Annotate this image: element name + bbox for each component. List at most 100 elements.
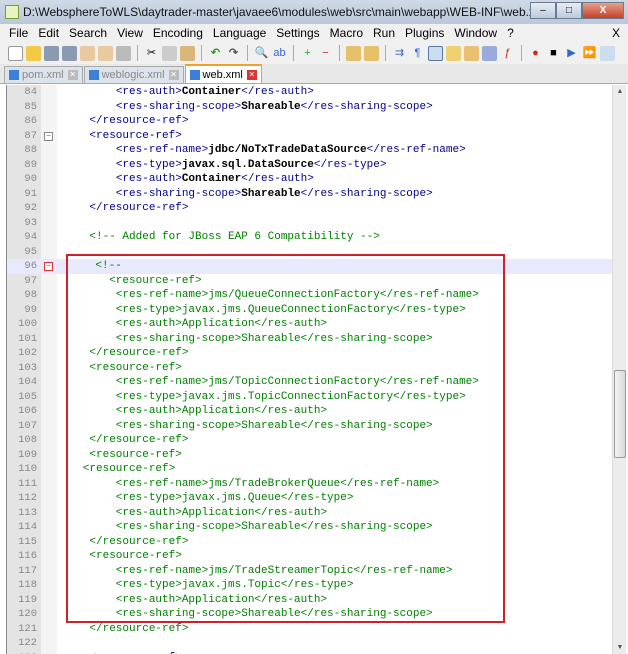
- code-line: 93: [7, 216, 612, 231]
- fold-toggle-icon[interactable]: −: [44, 262, 53, 271]
- menu-settings[interactable]: Settings: [271, 26, 324, 40]
- code-token: <resource-ref>: [63, 463, 176, 475]
- code-editor[interactable]: 84 <res-auth>Container</res-auth> 85 <res…: [6, 85, 612, 654]
- save-icon[interactable]: [44, 45, 59, 61]
- zoom-out-icon[interactable]: −: [318, 46, 333, 61]
- maximize-button[interactable]: □: [556, 2, 582, 19]
- undo-icon[interactable]: ↶: [208, 46, 223, 61]
- code-line: 95: [7, 245, 612, 260]
- close-all-icon[interactable]: [98, 45, 113, 61]
- vertical-scrollbar[interactable]: ▲ ▼: [612, 85, 626, 654]
- line-number: 92: [24, 202, 37, 214]
- menu-help[interactable]: ?: [502, 26, 519, 40]
- close-tab-icon[interactable]: ✕: [168, 70, 179, 80]
- close-tab-icon[interactable]: ✕: [246, 69, 257, 80]
- menu-plugins[interactable]: Plugins: [400, 26, 449, 40]
- close-document-button[interactable]: X: [612, 26, 620, 40]
- code-line: 119 <res-auth>Application</res-auth>: [7, 593, 612, 608]
- tab-weblogic-xml[interactable]: weblogic.xml ✕: [83, 66, 184, 83]
- menu-view[interactable]: View: [112, 26, 148, 40]
- menu-edit[interactable]: Edit: [33, 26, 64, 40]
- divider: [385, 45, 386, 61]
- replace-icon[interactable]: ab: [272, 46, 287, 61]
- play-macro-icon[interactable]: ▶: [564, 46, 579, 61]
- code-line: 122: [7, 636, 612, 651]
- code-line: 104 <res-ref-name>jms/TopicConnectionFac…: [7, 375, 612, 390]
- code-text: <res-sharing-scope>Shareable</res-sharin…: [63, 100, 433, 115]
- doc-map-icon[interactable]: [464, 45, 479, 61]
- code-line: 117 <res-ref-name>jms/TradeStreamerTopic…: [7, 564, 612, 579]
- indent-guide-icon[interactable]: [428, 45, 443, 61]
- menu-search[interactable]: Search: [64, 26, 112, 40]
- save-macro-icon[interactable]: [600, 45, 615, 61]
- show-all-chars-icon[interactable]: ¶: [410, 46, 425, 61]
- menu-window[interactable]: Window: [449, 26, 502, 40]
- divider: [137, 45, 138, 61]
- code-token: <resource-ref>: [63, 361, 182, 374]
- line-number: 109: [18, 448, 37, 461]
- scrollbar-thumb[interactable]: [614, 370, 626, 458]
- code-token: <res-ref-name>: [115, 144, 209, 156]
- code-line: 91 <res-sharing-scope>Shareable</res-sha…: [7, 187, 612, 202]
- code-token: <res-sharing-scope>: [115, 100, 242, 113]
- cut-icon[interactable]: ✂: [144, 46, 159, 61]
- folder-as-workspace-icon[interactable]: ƒ: [500, 46, 515, 61]
- code-line: 92 </resource-ref>: [7, 201, 612, 216]
- code-text: <res-auth>Container</res-auth>: [63, 172, 314, 187]
- menu-run[interactable]: Run: [368, 26, 400, 40]
- divider: [247, 45, 248, 61]
- close-button[interactable]: X: [582, 2, 624, 19]
- record-macro-icon[interactable]: ●: [528, 46, 543, 61]
- code-token: <res-ref-name>jms/TradeStreamerTopic</re…: [63, 564, 453, 577]
- new-file-icon[interactable]: [8, 45, 23, 61]
- line-number: 93: [24, 216, 37, 229]
- code-token: </res-ref-name>: [366, 144, 466, 156]
- code-text: <resource-ref>: [63, 448, 182, 463]
- code-token: </res-sharing-scope>: [300, 100, 433, 113]
- find-icon[interactable]: 🔍: [254, 46, 269, 61]
- tab-pom-xml[interactable]: pom.xml ✕: [4, 66, 83, 83]
- close-file-icon[interactable]: [80, 45, 95, 61]
- sync-horizontal-icon[interactable]: [364, 45, 379, 61]
- user-language-icon[interactable]: [446, 45, 461, 61]
- menu-macro[interactable]: Macro: [325, 26, 368, 40]
- copy-icon[interactable]: [162, 45, 177, 61]
- menu-language[interactable]: Language: [208, 26, 271, 40]
- scroll-up-icon[interactable]: ▲: [613, 88, 627, 95]
- code-token: <res-sharing-scope>Shareable</res-sharin…: [63, 608, 433, 620]
- minimize-button[interactable]: –: [530, 2, 556, 19]
- menu-file[interactable]: File: [4, 26, 33, 40]
- scroll-down-icon[interactable]: ▼: [613, 644, 627, 651]
- run-macro-multiple-icon[interactable]: ⏩: [582, 46, 597, 61]
- menu-encoding[interactable]: Encoding: [148, 26, 208, 40]
- word-wrap-icon[interactable]: ⇉: [392, 46, 407, 61]
- divider: [339, 45, 340, 61]
- notepadpp-icon: [5, 5, 19, 19]
- code-text: </resource-ref>: [63, 433, 188, 448]
- code-token: <res-type>javax.jms.QueueConnectionFacto…: [63, 303, 466, 316]
- save-all-icon[interactable]: [62, 45, 77, 61]
- sync-vertical-icon[interactable]: [346, 45, 361, 61]
- paste-icon[interactable]: [180, 45, 195, 61]
- line-number: 95: [24, 245, 37, 258]
- redo-icon[interactable]: ↷: [226, 46, 241, 61]
- code-line: 105 <res-type>javax.jms.TopicConnectionF…: [7, 390, 612, 405]
- function-list-icon[interactable]: [482, 45, 497, 61]
- code-line: 103 <resource-ref>: [7, 361, 612, 376]
- line-number: 114: [18, 521, 37, 533]
- tab-web-xml[interactable]: web.xml ✕: [184, 64, 262, 83]
- zoom-in-icon[interactable]: +: [300, 46, 315, 61]
- code-token: <res-sharing-scope>: [115, 187, 242, 200]
- code-token: </res-auth>: [241, 86, 314, 98]
- code-text: <resource-ref>: [63, 274, 201, 289]
- open-file-icon[interactable]: [26, 45, 41, 61]
- close-tab-icon[interactable]: ✕: [67, 70, 78, 80]
- fold-toggle-icon[interactable]: −: [44, 131, 53, 141]
- print-icon[interactable]: [116, 45, 131, 61]
- tab-bar: pom.xml ✕ weblogic.xml ✕ web.xml ✕: [0, 64, 628, 84]
- stop-macro-icon[interactable]: ■: [546, 46, 561, 61]
- line-number: 86: [24, 115, 37, 127]
- code-token: <resource-ref>: [63, 448, 182, 461]
- line-number: 111: [18, 477, 37, 490]
